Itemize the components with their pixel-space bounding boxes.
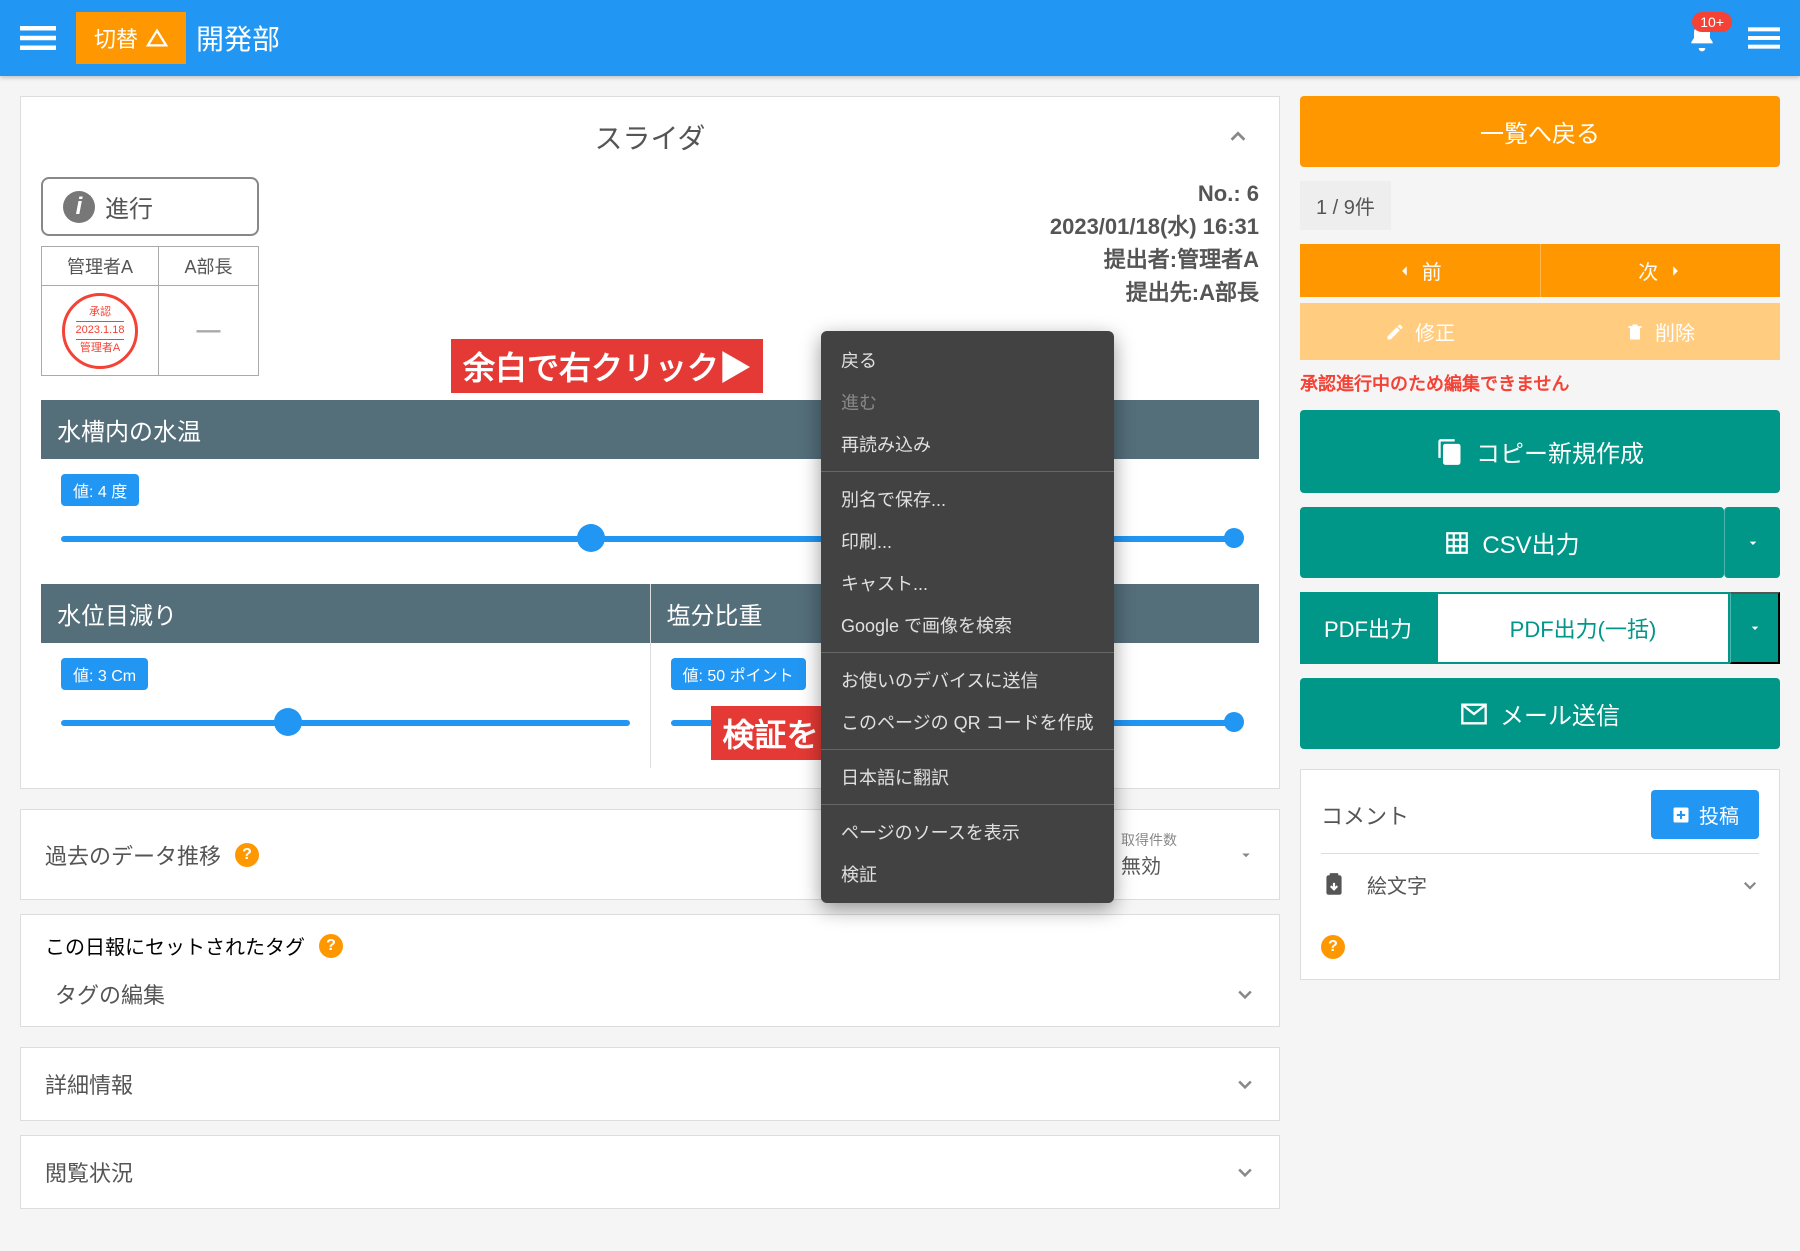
post-button[interactable]: 投稿 [1651, 790, 1759, 839]
record-datetime: 2023/01/18(水) 16:31 [1050, 210, 1259, 243]
info-icon: i [63, 191, 95, 223]
help-icon[interactable]: ? [1321, 935, 1345, 959]
delete-button[interactable]: 削除 [1540, 303, 1780, 360]
warning-text: 承認進行中のため編集できません [1300, 370, 1780, 396]
help-icon[interactable]: ? [235, 843, 259, 867]
edit-button[interactable]: 修正 [1300, 303, 1540, 360]
collapse-detail[interactable]: 詳細情報 [20, 1047, 1280, 1121]
ctx-reload[interactable]: 再読み込み [821, 423, 1114, 465]
slider-badge-1: 値: 4 度 [61, 474, 139, 506]
chevron-down-icon [1741, 876, 1759, 894]
collapse-title-2: この日報にセットされたタグ [45, 931, 305, 960]
chevron-down-icon [1237, 846, 1255, 864]
right-menu-icon[interactable] [1748, 22, 1780, 54]
emoji-label: 絵文字 [1367, 870, 1721, 899]
tag-edit-label[interactable]: タグの編集 [55, 978, 165, 1010]
ctx-save-as[interactable]: 別名で保存... [821, 478, 1114, 520]
collapse-title-1: 過去のデータ推移 [45, 839, 221, 871]
main-card: スライダ i 進行 管理者A A部長 [20, 96, 1280, 789]
comment-section: コメント 投稿 絵文字 ? [1300, 769, 1780, 980]
copy-icon [1436, 438, 1464, 466]
switch-button[interactable]: 切替 [76, 12, 186, 64]
chevron-up-icon[interactable] [1227, 126, 1249, 148]
switch-label: 切替 [94, 22, 138, 54]
copy-new-button[interactable]: コピー新規作成 [1300, 410, 1780, 493]
back-to-list-button[interactable]: 一覧へ戻る [1300, 96, 1780, 167]
csv-export-button[interactable]: CSV出力 [1300, 507, 1724, 578]
header-title: 開発部 [196, 18, 280, 58]
plus-box-icon [1671, 805, 1691, 825]
status-label: 進行 [105, 189, 153, 224]
mail-send-button[interactable]: メール送信 [1300, 678, 1780, 749]
ctx-back[interactable]: 戻る [821, 339, 1114, 381]
chevron-down-icon [1745, 535, 1761, 551]
chevron-down-icon[interactable] [1235, 984, 1255, 1004]
record-submitter: 提出者:管理者A [1050, 243, 1259, 276]
card-title: スライダ [41, 117, 1259, 157]
record-to: 提出先:A部長 [1050, 276, 1259, 309]
ctx-send-device[interactable]: お使いのデバイスに送信 [821, 659, 1114, 701]
slider-header-2: 水位目減り [41, 584, 650, 643]
next-button[interactable]: 次 [1541, 244, 1781, 297]
approval-stamp: 承認 2023.1.18 管理者A [62, 293, 138, 369]
ctx-print[interactable]: 印刷... [821, 520, 1114, 562]
notifications-button[interactable]: 10+ [1686, 22, 1718, 54]
chevron-down-icon [1235, 1074, 1255, 1094]
context-menu: 戻る 進む 再読み込み 別名で保存... 印刷... キャスト... Googl… [821, 331, 1114, 903]
ctx-cast[interactable]: キャスト... [821, 562, 1114, 604]
meta-info: No.: 6 2023/01/18(水) 16:31 提出者:管理者A 提出先:… [1050, 177, 1259, 309]
pencil-icon [1385, 322, 1405, 342]
approval-col-2: A部長 [159, 247, 259, 286]
trash-icon [1625, 322, 1645, 342]
page-counter: 1 / 9件 [1300, 181, 1391, 230]
ctx-inspect[interactable]: 検証 [821, 853, 1114, 895]
help-icon[interactable]: ? [319, 934, 343, 958]
stamp-cell-1: 承認 2023.1.18 管理者A [42, 286, 159, 376]
stamp-cell-2: — [159, 286, 259, 376]
slider-2[interactable] [61, 708, 630, 738]
csv-dropdown[interactable] [1724, 507, 1780, 578]
chevron-down-icon [1235, 1162, 1255, 1182]
record-no: No.: 6 [1050, 177, 1259, 210]
collapse-title-3: 詳細情報 [45, 1068, 133, 1100]
app-header: 切替 開発部 10+ [0, 0, 1800, 76]
slider-badge-3: 値: 50 ポイント [671, 658, 806, 690]
ctx-google-image[interactable]: Google で画像を検索 [821, 604, 1114, 646]
chevron-right-icon [1668, 264, 1682, 278]
notification-badge: 10+ [1692, 12, 1732, 32]
clipboard-icon [1321, 872, 1347, 898]
pdf-export-bulk-button[interactable]: PDF出力(一括) [1436, 592, 1730, 664]
ctx-forward: 進む [821, 381, 1114, 423]
collapse-views[interactable]: 閲覧状況 [20, 1135, 1280, 1209]
mail-icon [1460, 700, 1488, 728]
pdf-export-button[interactable]: PDF出力 [1300, 592, 1436, 664]
prev-button[interactable]: 前 [1300, 244, 1541, 297]
emoji-row[interactable]: 絵文字 [1321, 854, 1759, 915]
collapse-tags: この日報にセットされたタグ ? タグの編集 [20, 914, 1280, 1027]
comment-title: コメント [1321, 799, 1409, 831]
ctx-view-source[interactable]: ページのソースを表示 [821, 811, 1114, 853]
approval-col-1: 管理者A [42, 247, 159, 286]
grid-icon [1444, 530, 1470, 556]
overlay-right-click-label: 余白で右クリック▶ [451, 339, 763, 393]
ctx-translate[interactable]: 日本語に翻訳 [821, 756, 1114, 798]
status-button[interactable]: i 進行 [41, 177, 259, 236]
pdf-dropdown[interactable] [1730, 592, 1780, 664]
fetch-count-select[interactable]: 取得件数 無効 [1121, 830, 1177, 879]
chevron-down-icon [1747, 620, 1763, 636]
collapse-title-4: 閲覧状況 [45, 1156, 133, 1188]
slider-badge-2: 値: 3 Cm [61, 658, 148, 690]
menu-icon[interactable] [20, 20, 56, 56]
ctx-qr[interactable]: このページの QR コードを作成 [821, 701, 1114, 743]
triangle-up-icon [146, 27, 168, 49]
approval-table: 管理者A A部長 承認 2023.1.18 管理者A — [41, 246, 259, 376]
chevron-left-icon [1398, 264, 1412, 278]
